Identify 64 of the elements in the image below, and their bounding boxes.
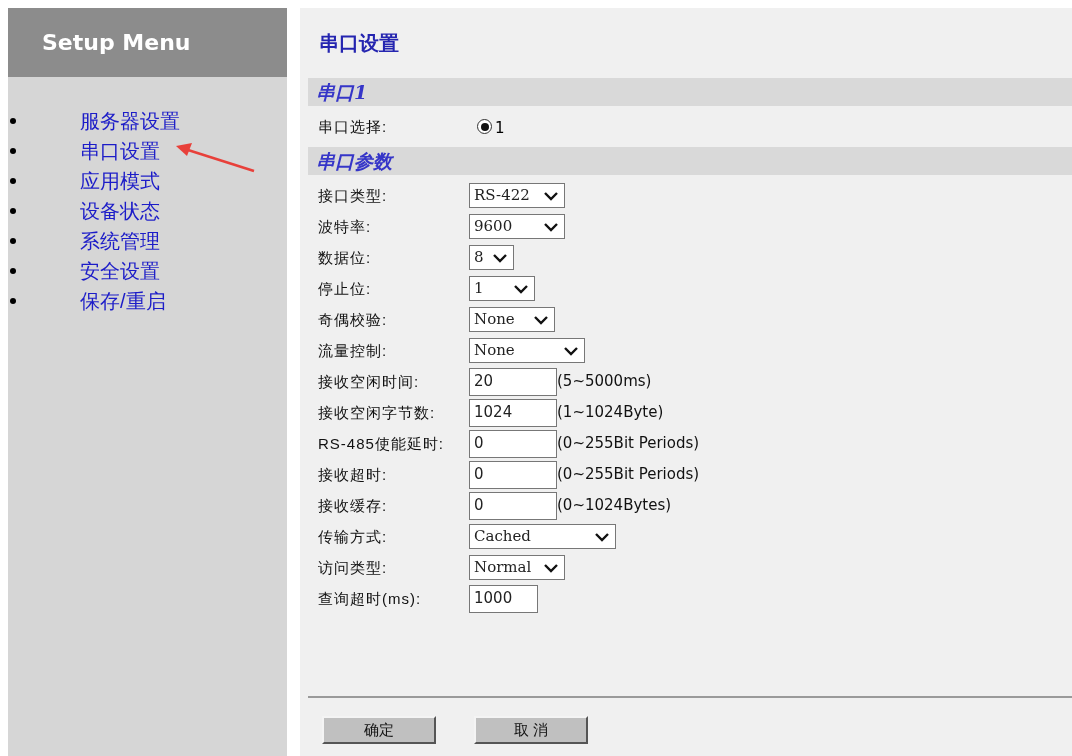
input-field[interactable]: 0 [469,460,557,489]
input-field[interactable]: 1024 [469,398,557,427]
section-title: 串口参数 [316,148,392,174]
dropdown[interactable]: 9600 [469,214,565,239]
field-label: 访问类型: [318,558,389,577]
chevron-down-icon [513,283,529,294]
chevron-down-icon [543,190,559,201]
field-label: 串口选择: [318,117,389,136]
dropdown[interactable]: 1 [469,276,535,301]
dropdown[interactable]: Cached [469,524,616,549]
chevron-down-icon [594,531,610,542]
dropdown[interactable]: None [469,338,585,363]
range-hint: (0~255Bit Periods) [557,464,700,486]
input-field[interactable]: 20 [469,367,557,396]
chevron-down-icon [563,345,579,356]
input-field[interactable]: 1000 [469,584,538,613]
dropdown[interactable]: RS-422 [469,183,565,208]
field-label: 流量控制: [318,341,389,360]
field-label: 数据位: [318,248,373,267]
chevron-down-icon [543,562,559,573]
range-hint: (0~1024Bytes) [557,495,672,517]
chevron-down-icon [492,252,508,263]
section-title: 串口1 [316,79,368,105]
bullet-icon [10,208,16,214]
field-label: 接收缓存: [318,496,389,515]
radio-button[interactable] [477,119,492,134]
input-field[interactable]: 0 [469,491,557,520]
chevron-down-icon [543,221,559,232]
form-button[interactable]: 确定 [322,716,436,744]
input-field[interactable]: 0 [469,429,557,458]
dropdown[interactable]: None [469,307,555,332]
menu-link[interactable]: 串口设置 [80,136,160,166]
menu-link[interactable]: 系统管理 [80,226,160,256]
radio-label: 1 [495,118,505,140]
field-label: RS-485使能延时: [318,434,446,453]
bullet-icon [10,238,16,244]
form-button[interactable]: 取 消 [474,716,588,744]
field-label: 停止位: [318,279,373,298]
menu-link[interactable]: 安全设置 [80,256,160,286]
sidebar-title: Setup Menu [42,29,191,57]
field-label: 传输方式: [318,527,389,546]
dropdown[interactable]: Normal [469,555,565,580]
page-title: 串口设置 [319,31,399,56]
range-hint: (5~5000ms) [557,371,652,393]
field-label: 接收超时: [318,465,389,484]
menu-link[interactable]: 应用模式 [80,166,160,196]
field-label: 接收空闲字节数: [318,403,437,422]
dropdown[interactable]: 8 [469,245,514,270]
range-hint: (1~1024Byte) [557,402,664,424]
chevron-down-icon [533,314,549,325]
bullet-icon [10,178,16,184]
bullet-icon [10,118,16,124]
field-label: 奇偶校验: [318,310,389,329]
menu-link[interactable]: 保存/重启 [80,286,166,316]
field-label: 波特率: [318,217,373,236]
menu-link[interactable]: 服务器设置 [80,106,180,136]
range-hint: (0~255Bit Periods) [557,433,700,455]
bullet-icon [10,268,16,274]
field-label: 查询超时(ms): [318,589,423,608]
field-label: 接收空闲时间: [318,372,421,391]
bullet-icon [10,148,16,154]
field-label: 接口类型: [318,186,389,205]
menu-link[interactable]: 设备状态 [80,196,160,226]
bullet-icon [10,298,16,304]
